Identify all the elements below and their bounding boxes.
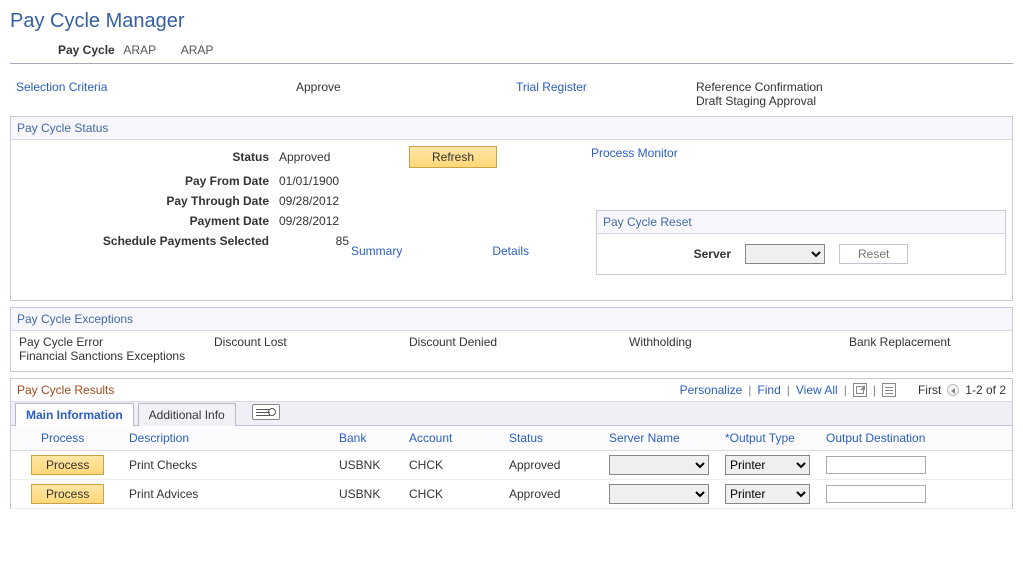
pay-cycle-exceptions-section: Pay Cycle Exceptions Pay Cycle Error Dis… (10, 307, 1013, 372)
pay-through-date-value: 09/28/2012 (279, 194, 409, 208)
popout-icon[interactable] (853, 383, 867, 397)
view-all-link[interactable]: View All (796, 383, 838, 397)
refresh-button[interactable]: Refresh (409, 146, 497, 168)
draft-staging-approval-text: Draft Staging Approval (696, 94, 816, 108)
paycycle-label: Pay Cycle (58, 43, 115, 57)
tab-show-all-icon[interactable] (246, 402, 286, 425)
payment-date-label: Payment Date (19, 214, 279, 228)
cell-account: CHCK (401, 480, 501, 509)
payment-date-value: 09/28/2012 (279, 214, 409, 228)
pay-cycle-results-section: Pay Cycle Results Personalize | Find | V… (10, 378, 1013, 509)
pay-from-date-label: Pay From Date (19, 174, 279, 188)
output-destination-input[interactable] (826, 456, 926, 474)
col-output-destination[interactable]: Output Destination (818, 426, 1012, 451)
cell-description: Print Advices (121, 480, 331, 509)
server-name-select[interactable] (609, 455, 709, 475)
exc-discount-denied: Discount Denied (409, 335, 629, 349)
col-process[interactable]: Process (11, 426, 121, 451)
personalize-link[interactable]: Personalize (680, 383, 743, 397)
col-output-type[interactable]: *Output Type (717, 426, 818, 451)
server-label: Server (694, 247, 731, 261)
range-label: 1-2 of 2 (965, 383, 1006, 397)
exc-withholding: Withholding (629, 335, 849, 349)
col-bank[interactable]: Bank (331, 426, 401, 451)
output-destination-input[interactable] (826, 485, 926, 503)
tab-main-information[interactable]: Main Information (15, 403, 134, 426)
reset-button[interactable]: Reset (839, 244, 908, 264)
expand-columns-icon (252, 404, 280, 420)
cell-description: Print Checks (121, 451, 331, 480)
table-row: Process Print Checks USBNK CHCK Approved… (11, 451, 1012, 480)
process-button[interactable]: Process (31, 455, 104, 475)
find-link[interactable]: Find (757, 383, 780, 397)
cell-account: CHCK (401, 451, 501, 480)
grid-header-row: Process Description Bank Account Status … (11, 426, 1012, 451)
paycycle-header: Pay Cycle ARAP ARAP (58, 43, 1013, 57)
cell-status: Approved (501, 480, 601, 509)
server-name-select[interactable] (609, 484, 709, 504)
sched-payments-label: Schedule Payments Selected (19, 234, 279, 248)
approve-text: Approve (296, 80, 341, 94)
summary-link[interactable]: Summary (351, 244, 402, 258)
tab-additional-info[interactable]: Additional Info (138, 403, 236, 426)
results-grid: Process Description Bank Account Status … (11, 426, 1012, 509)
selection-criteria-link[interactable]: Selection Criteria (16, 80, 107, 94)
pay-cycle-results-title: Pay Cycle Results (17, 383, 114, 397)
output-type-select[interactable]: Printer (725, 455, 810, 475)
trial-register-link[interactable]: Trial Register (516, 80, 587, 94)
exc-discount-lost: Discount Lost (214, 335, 409, 349)
table-row: Process Print Advices USBNK CHCK Approve… (11, 480, 1012, 509)
pay-cycle-status-section: Pay Cycle Status Process Monitor Status … (10, 116, 1013, 301)
pay-through-date-label: Pay Through Date (19, 194, 279, 208)
process-button[interactable]: Process (31, 484, 104, 504)
grid-settings-icon[interactable] (882, 383, 896, 397)
status-value: Approved (279, 150, 409, 164)
pay-cycle-status-title: Pay Cycle Status (11, 117, 1012, 140)
status-label: Status (19, 150, 279, 164)
exc-pay-cycle-error: Pay Cycle Error (19, 335, 214, 349)
output-type-select[interactable]: Printer (725, 484, 810, 504)
cell-bank: USBNK (331, 480, 401, 509)
pay-from-date-value: 01/01/1900 (279, 174, 409, 188)
results-toolbar: Personalize | Find | View All | | First … (680, 383, 1006, 397)
cell-bank: USBNK (331, 451, 401, 480)
reference-confirmation-text: Reference Confirmation (696, 80, 823, 94)
col-description[interactable]: Description (121, 426, 331, 451)
prev-page-icon[interactable] (947, 384, 959, 396)
col-server-name[interactable]: Server Name (601, 426, 717, 451)
paycycle-desc: ARAP (181, 43, 214, 57)
process-monitor-link[interactable]: Process Monitor (591, 146, 678, 160)
results-tabs: Main Information Additional Info (11, 402, 1012, 426)
pay-cycle-reset-box: Pay Cycle Reset Server Reset (596, 210, 1006, 275)
paycycle-code: ARAP (123, 43, 156, 57)
server-select[interactable] (745, 244, 825, 264)
first-label: First (918, 383, 941, 397)
cell-status: Approved (501, 451, 601, 480)
details-link[interactable]: Details (492, 244, 529, 258)
exc-financial-sanctions: Financial Sanctions Exceptions (19, 349, 319, 363)
col-account[interactable]: Account (401, 426, 501, 451)
exc-bank-replacement: Bank Replacement (849, 335, 989, 349)
nav-links: Selection Criteria Approve Trial Registe… (10, 70, 1013, 116)
pay-cycle-reset-title: Pay Cycle Reset (597, 211, 1005, 234)
col-status[interactable]: Status (501, 426, 601, 451)
page-title: Pay Cycle Manager (10, 10, 1013, 33)
divider (10, 63, 1013, 64)
pay-cycle-exceptions-title: Pay Cycle Exceptions (11, 308, 1012, 331)
